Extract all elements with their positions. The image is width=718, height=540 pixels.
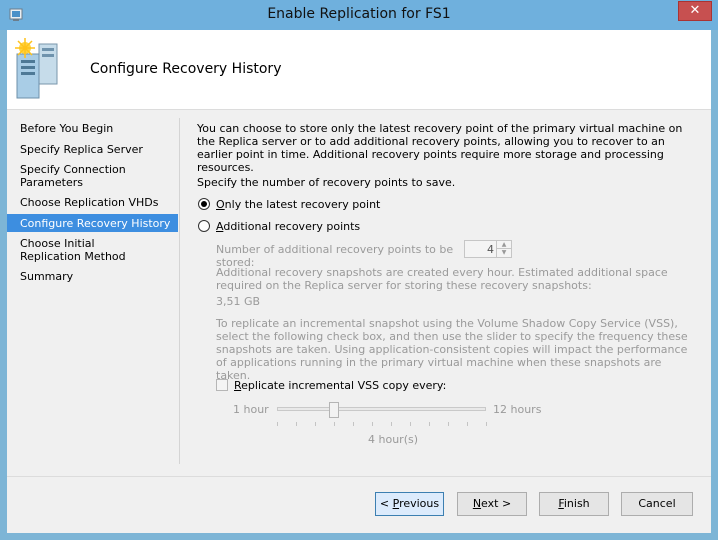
- recovery-points-prompt: Specify the number of recovery points to…: [197, 176, 456, 189]
- spin-up-arrow-icon[interactable]: ▲: [496, 241, 511, 249]
- nav-item-summary[interactable]: Summary: [7, 270, 178, 283]
- additional-count-value[interactable]: 4: [487, 243, 494, 256]
- slider-tick: [429, 422, 430, 426]
- nav-item-configure-recovery-history[interactable]: Configure Recovery History: [7, 214, 178, 232]
- radio-selected-dot: [201, 201, 207, 207]
- slider-tick: [296, 422, 297, 426]
- vss-info-text: To replicate an incremental snapshot usi…: [216, 317, 688, 382]
- slider-tick: [391, 422, 392, 426]
- slider-tick: [372, 422, 373, 426]
- intro-text: You can choose to store only the latest …: [197, 122, 683, 174]
- snapshots-info-text: Additional recovery snapshots are create…: [216, 266, 668, 292]
- server-replication-icon: [15, 38, 58, 99]
- vss-copy-label[interactable]: Replicate incremental VSS copy every:: [234, 379, 446, 392]
- nav-item-specify-replica-server[interactable]: Specify Replica Server: [7, 143, 178, 156]
- slider-tick: [467, 422, 468, 426]
- sidebar-divider: [179, 118, 180, 464]
- dialog-window: Enable Replication for FS1 ✕ Configure R…: [0, 0, 718, 540]
- radio-additional-recovery-points[interactable]: [198, 220, 210, 232]
- page-title: Configure Recovery History: [90, 61, 282, 77]
- cancel-button[interactable]: Cancel: [621, 492, 693, 516]
- previous-button[interactable]: < Previous: [375, 492, 444, 516]
- radio-additional-label[interactable]: Additional recovery points: [216, 220, 360, 233]
- additional-count-spinner[interactable]: 4 ▲ ▼: [464, 240, 512, 258]
- slider-tick: [486, 422, 487, 426]
- nav-item-choose-replication-vhds[interactable]: Choose Replication VHDs: [7, 196, 178, 209]
- wizard-header: Configure Recovery History: [7, 30, 711, 110]
- slider-tick: [353, 422, 354, 426]
- slider-value-label: 4 hour(s): [368, 433, 419, 446]
- slider-max-label: 12 hours: [493, 403, 542, 416]
- slider-tick: [410, 422, 411, 426]
- slider-tick: [334, 422, 335, 426]
- radio-latest-recovery-point[interactable]: [198, 198, 210, 210]
- spin-down-arrow-icon[interactable]: ▼: [496, 249, 511, 257]
- nav-item-choose-initial-replication-method[interactable]: Choose Initial Replication Method: [7, 237, 147, 263]
- radio-latest-label[interactable]: Only the latest recovery point: [216, 198, 380, 211]
- title-bar[interactable]: Enable Replication for FS1 ✕: [0, 0, 718, 30]
- close-button[interactable]: ✕: [678, 1, 712, 21]
- slider-tick: [277, 422, 278, 426]
- vss-copy-checkbox[interactable]: [216, 379, 228, 391]
- wizard-steps-nav: Before You Begin Specify Replica Server …: [7, 114, 178, 474]
- slider-tick: [448, 422, 449, 426]
- estimated-space-value: 3,51 GB: [216, 295, 261, 308]
- nav-item-specify-connection-parameters[interactable]: Specify Connection Parameters: [7, 163, 127, 189]
- window-title: Enable Replication for FS1: [267, 6, 451, 22]
- dialog-client: Configure Recovery History Before You Be…: [7, 30, 711, 533]
- finish-button[interactable]: Finish: [539, 492, 609, 516]
- slider-tick: [315, 422, 316, 426]
- nav-item-before-you-begin[interactable]: Before You Begin: [7, 122, 178, 135]
- footer-divider: [7, 476, 711, 477]
- next-button[interactable]: Next >: [457, 492, 527, 516]
- vss-frequency-slider-thumb[interactable]: [329, 402, 339, 418]
- vss-frequency-slider[interactable]: [277, 407, 486, 411]
